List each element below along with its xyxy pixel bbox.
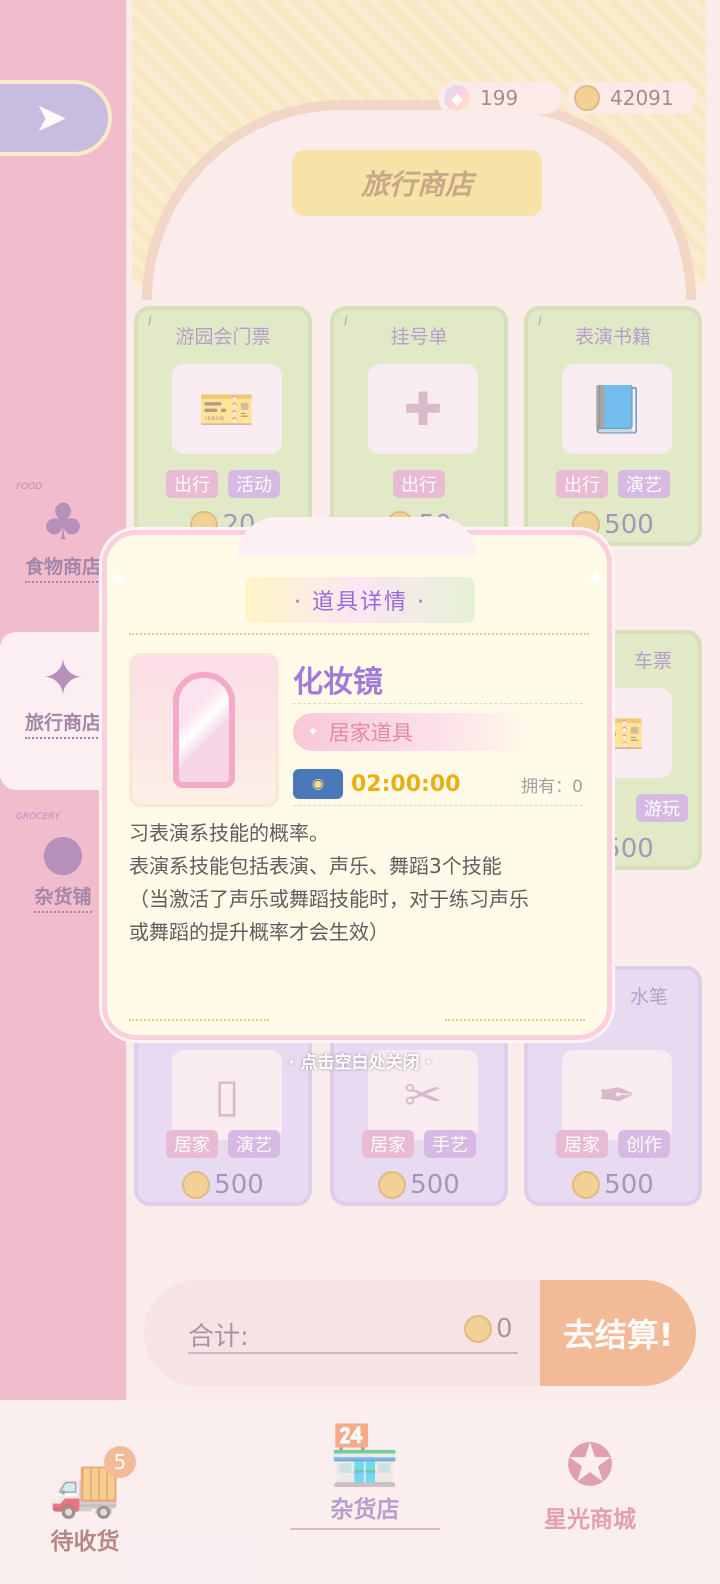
item-detail-dialog: ✦ ✦ · 道具详情 · 化妆镜 ✦ 居家道具 ◉ 02:00:00 拥有：0 … — [102, 517, 612, 1040]
sparkle-icon: ✦ — [109, 567, 128, 592]
item-category-badge: ✦ 居家道具 — [293, 713, 533, 751]
sparkle-icon: ✦ — [307, 724, 319, 740]
divider — [129, 633, 589, 635]
close-hint: · 点击空白处关闭 · — [288, 1053, 432, 1073]
item-name: 化妆镜 — [293, 665, 383, 700]
divider — [293, 805, 583, 806]
item-image-frame — [129, 653, 279, 807]
delivery-timer: 02:00:00 — [351, 771, 461, 797]
delivery-timer-row: ◉ 02:00:00 拥有：0 — [293, 767, 583, 801]
dialog-title: · 道具详情 · — [245, 577, 475, 623]
owned-count: 拥有：0 — [521, 776, 583, 797]
divider — [445, 1019, 585, 1021]
description-line: 表演系技能包括表演、声乐、舞蹈3个技能 — [129, 854, 502, 878]
mirror-icon — [173, 672, 235, 788]
divider — [129, 1019, 269, 1021]
divider — [293, 703, 583, 704]
item-description: 习表演系技能的概率。 表演系技能包括表演、声乐、舞蹈3个技能 （当激活了声乐或舞… — [129, 817, 599, 949]
item-category: 居家道具 — [328, 721, 413, 745]
dialog-crest — [237, 517, 477, 557]
description-line: 习表演系技能的概率。 — [129, 821, 329, 845]
description-line: （当激活了声乐或舞蹈技能时，对于练习声乐 — [129, 887, 529, 911]
description-line: 或舞蹈的提升概率才会生效） — [129, 920, 389, 944]
sparkle-icon: ✦ — [586, 567, 605, 592]
delivery-truck-icon: ◉ — [293, 769, 343, 799]
